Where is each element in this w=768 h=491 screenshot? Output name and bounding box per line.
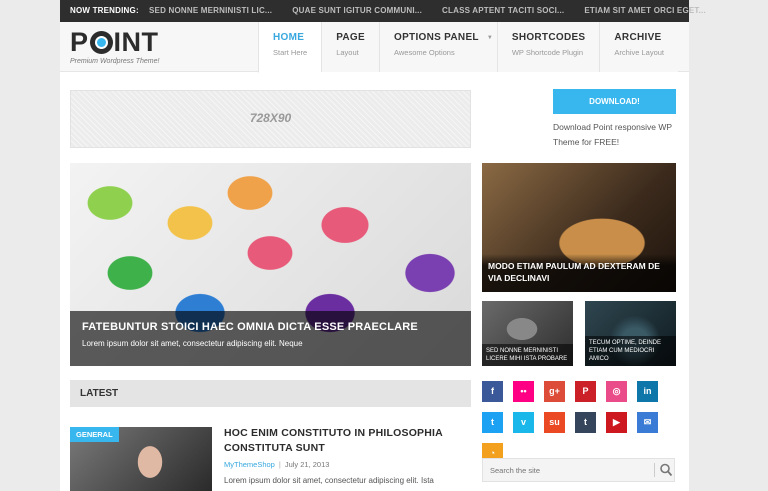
featured-post-large[interactable]: FATEBUNTUR STOICI HAEC OMNIA DICTA ESSE … — [70, 163, 471, 366]
pinterest-icon[interactable]: P — [575, 381, 596, 402]
main-nav: HOME Start Here PAGE Layout OPTIONS PANE… — [258, 22, 679, 73]
featured-caption: FATEBUNTUR STOICI HAEC OMNIA DICTA ESSE … — [70, 311, 471, 366]
featured-title[interactable]: FATEBUNTUR STOICI HAEC OMNIA DICTA ESSE … — [82, 321, 459, 333]
tumblr-icon[interactable]: t — [575, 412, 596, 433]
twitter-icon[interactable]: t — [482, 412, 503, 433]
logo-tagline: Premium Wordpress Theme! — [70, 58, 160, 65]
nav-item-subtitle: Start Here — [273, 48, 308, 57]
logo-o-icon — [89, 30, 113, 54]
trending-item[interactable]: QUAE SUNT IGITUR COMMUNI... — [292, 0, 432, 22]
nav-item-title: HOME — [273, 32, 305, 43]
meta-separator: | — [278, 460, 281, 469]
featured-caption: MODO ETIAM PAULUM AD DEXTERAM DE VIA DEC… — [482, 254, 676, 292]
download-description: Download Point responsive WP Theme for F… — [553, 122, 672, 147]
post-date: July 21, 2013 — [284, 460, 330, 469]
flickr-icon[interactable]: •• — [513, 381, 534, 402]
stumbleupon-icon[interactable]: su — [544, 412, 565, 433]
post-meta: MyThemeShop | July 21, 2013 — [224, 460, 329, 469]
logo-text-end: INT — [113, 26, 159, 57]
featured-title[interactable]: MODO ETIAM PAULUM AD DEXTERAM DE VIA DEC… — [488, 260, 670, 284]
ad-banner-label: 728X90 — [249, 111, 292, 125]
featured-post-small[interactable]: TECUM OPTIME, DEINDE ETIAM CUM MEDIOCRI … — [585, 301, 676, 366]
trending-item[interactable]: CLASS APTENT TACITI SOCI... — [442, 0, 574, 22]
trending-list: SED NONNE MERNINISTI LIC... QUAE SUNT IG… — [149, 0, 706, 22]
google-plus-icon[interactable]: g+ — [544, 381, 565, 402]
featured-post-right[interactable]: MODO ETIAM PAULUM AD DEXTERAM DE VIA DEC… — [482, 163, 676, 292]
email-icon[interactable]: ✉ — [637, 412, 658, 433]
featured-caption: SED NONNE MERNINISTI LICERE MIHI ISTA PR… — [482, 344, 573, 366]
search-icon[interactable] — [659, 462, 673, 478]
dropdown-arrow-icon: ▼ — [486, 35, 493, 41]
facebook-icon[interactable]: f — [482, 381, 503, 402]
youtube-icon[interactable]: ▶ — [606, 412, 627, 433]
site-logo[interactable]: P INT Premium Wordpress Theme! — [70, 26, 160, 66]
post-thumbnail[interactable]: GENERAL — [70, 427, 212, 491]
nav-item-home[interactable]: HOME Start Here — [258, 22, 322, 73]
nav-item-subtitle: WP Shortcode Plugin — [511, 48, 583, 57]
nav-item-title: ARCHIVE — [614, 32, 662, 43]
nav-item-subtitle: Archive Layout — [614, 48, 665, 57]
featured-caption: TECUM OPTIME, DEINDE ETIAM CUM MEDIOCRI … — [585, 336, 676, 366]
site-header: P INT Premium Wordpress Theme! HOME Star… — [60, 22, 689, 73]
nav-item-page[interactable]: PAGE Layout — [321, 22, 379, 72]
download-button[interactable]: DOWNLOAD! — [553, 89, 676, 114]
page-container: P INT Premium Wordpress Theme! HOME Star… — [60, 22, 689, 491]
dribbble-icon[interactable]: ◎ — [606, 381, 627, 402]
logo-wordmark: P INT — [70, 26, 159, 57]
search-divider — [654, 463, 655, 477]
category-badge[interactable]: GENERAL — [70, 427, 119, 442]
nav-item-title: OPTIONS PANEL — [394, 32, 479, 43]
featured-title[interactable]: TECUM OPTIME, DEINDE ETIAM CUM MEDIOCRI … — [589, 339, 672, 363]
social-icons: f •• g+ P ◎ in t v su t ▶ ✉ ◔ — [482, 381, 682, 464]
nav-item-archive[interactable]: ARCHIVE Archive Layout — [599, 22, 679, 72]
trending-bar: NOW TRENDING: SED NONNE MERNINISTI LIC..… — [60, 0, 706, 22]
nav-item-title: SHORTCODES — [511, 32, 586, 43]
latest-heading: LATEST — [70, 380, 471, 407]
nav-item-title: PAGE — [336, 32, 365, 43]
search-input[interactable] — [483, 459, 651, 481]
post-title[interactable]: HOC ENIM CONSTITUTO IN PHILOSOPHIA CONST… — [224, 426, 471, 456]
linkedin-icon[interactable]: in — [637, 381, 658, 402]
nav-item-shortcodes[interactable]: SHORTCODES WP Shortcode Plugin — [496, 22, 600, 72]
vimeo-icon[interactable]: v — [513, 412, 534, 433]
trending-item[interactable]: SED NONNE MERNINISTI LIC... — [149, 0, 282, 22]
ad-banner-728x90[interactable]: 728X90 — [70, 90, 471, 148]
featured-post-small[interactable]: SED NONNE MERNINISTI LICERE MIHI ISTA PR… — [482, 301, 573, 366]
post-author-link[interactable]: MyThemeShop — [224, 460, 275, 469]
trending-label: NOW TRENDING: — [70, 6, 139, 15]
featured-excerpt: Lorem ipsum dolor sit amet, consectetur … — [82, 339, 303, 348]
search-box — [482, 458, 675, 482]
nav-item-subtitle: Layout — [336, 48, 359, 57]
nav-item-subtitle: Awesome Options — [394, 48, 455, 57]
trending-item[interactable]: ETIAM SIT AMET ORCI EGET... — [584, 0, 716, 22]
nav-item-options-panel[interactable]: OPTIONS PANEL Awesome Options ▼ — [379, 22, 497, 72]
logo-text-start: P — [70, 26, 89, 57]
post-excerpt: Lorem ipsum dolor sit amet, consectetur … — [224, 476, 434, 485]
featured-title[interactable]: SED NONNE MERNINISTI LICERE MIHI ISTA PR… — [486, 347, 569, 363]
